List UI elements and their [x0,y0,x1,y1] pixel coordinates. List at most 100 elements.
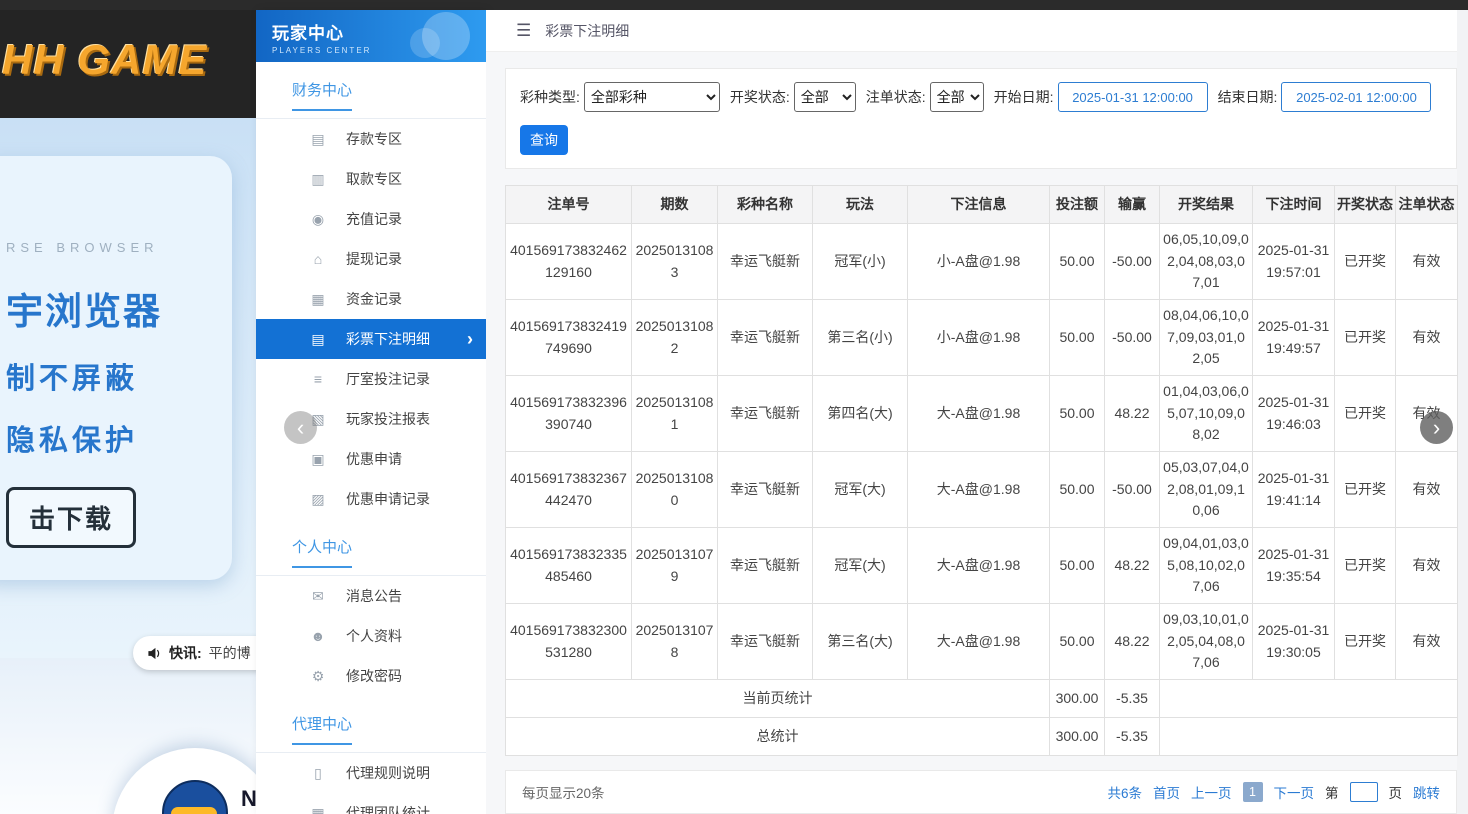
summary-label: 当前页统计 [506,680,1050,718]
summary-bet-total: 300.00 [1050,680,1105,718]
table-cell: 幸运飞艇新 [718,300,813,376]
table-cell: 已开奖 [1335,604,1396,680]
sidebar-item-profile[interactable]: ☻个人资料 [256,616,486,656]
carousel-right-arrow[interactable]: › [1420,411,1453,444]
sidebar-item-messages[interactable]: ✉ 消息公告 [256,576,486,616]
hamburger-icon[interactable]: ☰ [516,21,531,41]
download-button[interactable]: 击下载 [6,487,136,548]
table-cell: 50.00 [1050,224,1105,300]
team-stats-icon: ▦ [310,805,326,814]
sidebar-item-promo-apply-records[interactable]: ▨优惠申请记录 [256,479,486,519]
table-cell: 2025-01-31 19:41:14 [1253,452,1335,528]
withdrawal-records-icon: ⌂ [310,251,326,267]
page-jump-suffix: 页 [1389,782,1403,802]
sidebar-item-hall-bet-records[interactable]: ≡厅室投注记录 [256,359,486,399]
promo-subline-1: 制不屏蔽 [6,355,232,397]
bell-icon: ✉ [310,588,326,605]
filter-row: 彩种类型: 全部彩种 开奖状态: 全部 注单状态: 全部 开始日期: 结束日期: [520,82,1442,112]
sidebar-item-withdrawal-records[interactable]: ⌂提现记录 [256,239,486,279]
table-cell: 大-A盘@1.98 [908,604,1050,680]
table-header-row: 注单号期数彩种名称玩法下注信息投注额输赢开奖结果下注时间开奖状态注单状态 [506,186,1458,224]
column-header: 下注时间 [1253,186,1335,224]
table-cell: 有效 [1396,300,1458,376]
lottery-type-select[interactable]: 全部彩种 [584,82,720,112]
sidebar-item-agent-team-stats[interactable]: ▦代理团队统计 [256,793,486,814]
table-cell: 大-A盘@1.98 [908,452,1050,528]
summary-winloss-total: -5.35 [1105,680,1160,718]
carousel-left-arrow[interactable]: ‹ [284,411,317,444]
filter-card: 彩种类型: 全部彩种 开奖状态: 全部 注单状态: 全部 开始日期: 结束日期:… [505,68,1457,169]
table-cell: 20250131083 [632,224,718,300]
promo-eyebrow-text: RSE BROWSER [6,240,232,255]
promo-apply-records-icon: ▨ [310,491,326,508]
document-icon: ▯ [310,765,326,782]
chevron-right-icon: › [1433,417,1440,439]
table-cell: -50.00 [1105,452,1160,528]
table-cell: 2025-01-31 19:49:57 [1253,300,1335,376]
search-button[interactable]: 查询 [520,125,568,155]
table-row: 40156917383230053128020250131078幸运飞艇新第三名… [506,604,1458,680]
column-header: 投注额 [1050,186,1105,224]
sidebar-section-title: 代理中心 [256,700,486,745]
sidebar-item-promo-apply[interactable]: ▣ 优惠申请 [256,439,486,479]
sidebar: 玩家中心 PLAYERS CENTER 财务中心▤存款专区▥取款专区◉充值记录⌂… [256,10,486,814]
end-date-label: 结束日期: [1218,87,1278,107]
table-cell: 01,04,03,06,05,07,10,09,08,02 [1160,376,1253,452]
table-cell: 已开奖 [1335,224,1396,300]
total-count-text: 共6条 [1107,782,1142,802]
page: RSE BROWSER 宇浏览器 制不屏蔽 隐私保护 击下载 HH GAME N… [0,0,1468,814]
table-cell: 有效 [1396,604,1458,680]
start-date-input[interactable] [1058,82,1208,112]
jump-button[interactable]: 跳转 [1413,782,1440,802]
table-cell: 401569173832396390740 [506,376,632,452]
table-cell: 20250131079 [632,528,718,604]
prev-page-link[interactable]: 上一页 [1191,782,1232,802]
table-cell: 09,04,01,03,05,08,10,02,07,06 [1160,528,1253,604]
site-logo-block: HH GAME [0,0,256,118]
summary-empty [1160,718,1458,756]
draw-status-label: 开奖状态: [730,87,790,107]
promo-subline-2: 隐私保护 [6,417,232,459]
order-status-select[interactable]: 全部 [930,82,984,112]
next-page-link[interactable]: 下一页 [1274,782,1315,802]
end-date-input[interactable] [1281,82,1431,112]
table-cell: 401569173832300531280 [506,604,632,680]
page-jump-input[interactable] [1350,782,1378,802]
sidebar-item-agent-rules[interactable]: ▯代理规则说明 [256,753,486,793]
current-page-indicator[interactable]: 1 [1243,782,1263,802]
table-cell: 冠军(大) [813,528,908,604]
background-page: RSE BROWSER 宇浏览器 制不屏蔽 隐私保护 击下载 HH GAME N [0,0,256,814]
first-page-link[interactable]: 首页 [1153,782,1180,802]
partial-letter: N [241,786,256,812]
sidebar-item-recharge-records[interactable]: ◉充值记录 [256,199,486,239]
site-logo: HH GAME [2,36,207,84]
sidebar-item-label: 个人资料 [346,626,402,646]
sidebar-item-withdraw[interactable]: ▥取款专区 [256,159,486,199]
sidebar-item-funds-records[interactable]: ▦资金记录 [256,279,486,319]
chevron-right-icon: › [467,329,473,350]
sidebar-item-deposit[interactable]: ▤存款专区 [256,119,486,159]
sidebar-item-change-password[interactable]: ⚙修改密码 [256,656,486,696]
table-cell: 幸运飞艇新 [718,224,813,300]
promo-apply-icon: ▣ [310,451,326,468]
table-cell: 50.00 [1050,528,1105,604]
table-cell: 冠军(大) [813,452,908,528]
table-row: 40156917383236744247020250131080幸运飞艇新冠军(… [506,452,1458,528]
hall-bet-records-icon: ≡ [310,371,326,387]
column-header: 彩种名称 [718,186,813,224]
table-cell: 50.00 [1050,300,1105,376]
table-cell: 06,05,10,09,02,04,08,03,07,01 [1160,224,1253,300]
column-header: 期数 [632,186,718,224]
sidebar-section: 财务中心▤存款专区▥取款专区◉充值记录⌂提现记录▦资金记录▤彩票下注明细›≡厅室… [256,66,486,519]
table-cell: 有效 [1396,224,1458,300]
table-cell: 20250131082 [632,300,718,376]
table-row: 40156917383246212916020250131083幸运飞艇新冠军(… [506,224,1458,300]
draw-status-select[interactable]: 全部 [794,82,856,112]
sidebar-item-label: 消息公告 [346,586,402,606]
table-cell: 48.22 [1105,376,1160,452]
sidebar-item-lottery-bet-details[interactable]: ▤彩票下注明细› [256,319,486,359]
table-cell: 50.00 [1050,604,1105,680]
sidebar-item-label: 优惠申请 [346,449,402,469]
page-size-text: 每页显示20条 [522,782,605,802]
recharge-records-icon: ◉ [310,211,326,228]
